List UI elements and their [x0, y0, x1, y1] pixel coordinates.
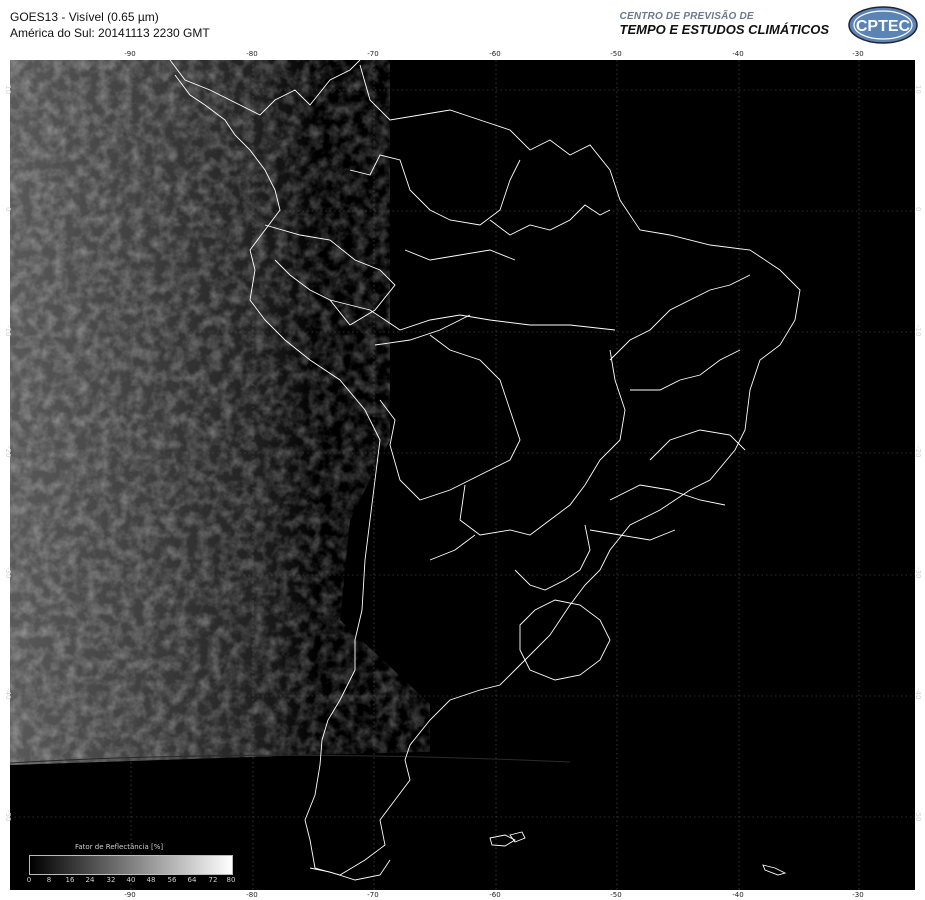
- logo-text: CPTEC: [856, 18, 911, 35]
- lat-tick: 0: [914, 207, 922, 212]
- satellite-map: Fator de Reflectância [%] 0 8 16 24 32 4…: [9, 59, 916, 891]
- legend-tick: 32: [106, 876, 116, 884]
- header: GOES13 - Visível (0.65 µm) América do Su…: [0, 0, 925, 52]
- legend-tick: 64: [187, 876, 197, 884]
- lat-tick: -50: [914, 810, 922, 822]
- legend-tick: 80: [226, 876, 236, 884]
- lat-tick: 0: [4, 207, 12, 212]
- lon-tick: -30: [852, 50, 864, 58]
- lat-tick: -10: [914, 325, 922, 337]
- lat-tick: -40: [4, 688, 12, 700]
- lon-tick: -80: [246, 891, 258, 899]
- lat-tick: -40: [914, 688, 922, 700]
- lon-tick: -90: [124, 50, 136, 58]
- title-block: GOES13 - Visível (0.65 µm) América do Su…: [10, 9, 210, 41]
- lat-tick: -20: [914, 446, 922, 458]
- lat-tick: -30: [914, 567, 922, 579]
- lon-tick: -50: [610, 891, 622, 899]
- cloud-field: [10, 60, 570, 765]
- legend-tick: 56: [167, 876, 177, 884]
- lon-tick: -60: [489, 50, 501, 58]
- lon-tick: -40: [732, 891, 744, 899]
- region-date-title: América do Sul: 20141113 2230 GMT: [10, 26, 210, 40]
- legend-tick: 24: [85, 876, 95, 884]
- lat-tick: -20: [4, 446, 12, 458]
- lat-tick: -30: [4, 567, 12, 579]
- legend-tick: 16: [65, 876, 75, 884]
- legend-tick: 48: [146, 876, 156, 884]
- lon-tick: -60: [489, 891, 501, 899]
- lon-tick: -50: [610, 50, 622, 58]
- map-canvas: [10, 60, 915, 890]
- lat-tick: -50: [4, 810, 12, 822]
- lat-tick: -10: [4, 325, 12, 337]
- product-title: GOES13 - Visível (0.65 µm): [10, 10, 159, 24]
- legend-tick: 0: [26, 876, 32, 884]
- legend-tick: 8: [46, 876, 52, 884]
- legend-title: Fator de Reflectância [%]: [75, 843, 164, 851]
- lat-tick: 10: [4, 85, 12, 94]
- legend-tick: 72: [208, 876, 218, 884]
- lon-tick: -30: [852, 891, 864, 899]
- reflectance-legend: Fator de Reflectância [%] 0 8 16 24 32 4…: [23, 843, 238, 889]
- org-line-1: CENTRO DE PREVISÃO DE: [619, 11, 754, 22]
- legend-colorbar: [29, 855, 233, 875]
- lon-tick: -90: [124, 891, 136, 899]
- cptec-logo-icon: CPTEC: [848, 6, 918, 44]
- legend-ticks: 0 8 16 24 32 40 48 56 64 72 80: [26, 876, 236, 886]
- organization-name: CENTRO DE PREVISÃO DE TEMPO E ESTUDOS CL…: [620, 11, 829, 37]
- lat-tick: 10: [914, 85, 922, 94]
- lon-tick: -80: [246, 50, 258, 58]
- lon-tick: -40: [732, 50, 744, 58]
- lon-tick: -70: [367, 891, 379, 899]
- lon-tick: -70: [367, 50, 379, 58]
- org-line-2: TEMPO E ESTUDOS CLIMÁTICOS: [619, 22, 829, 37]
- islands: [309, 831, 787, 881]
- legend-tick: 40: [126, 876, 136, 884]
